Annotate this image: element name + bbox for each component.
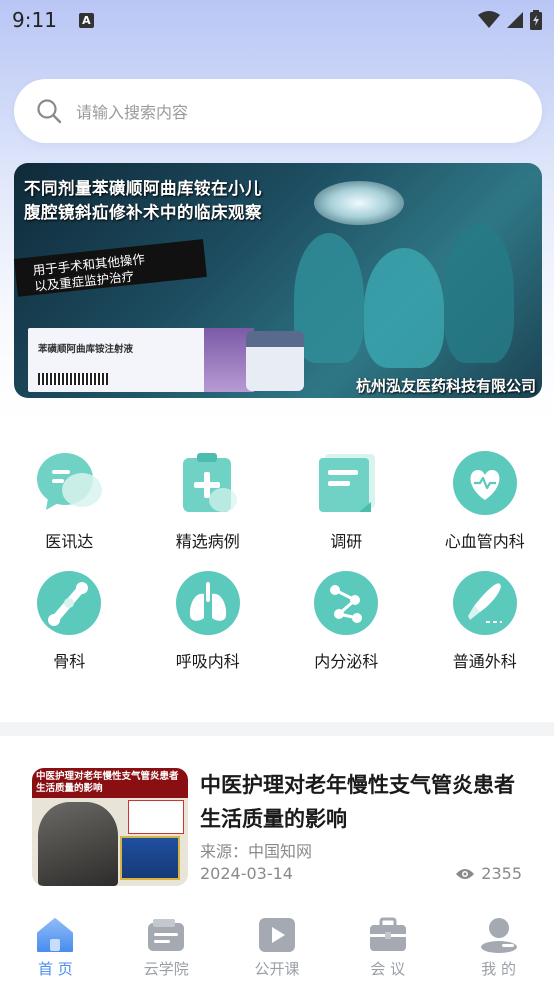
thumbnail-person-graphic xyxy=(38,802,118,886)
chat-bubble-icon xyxy=(36,450,103,516)
category-label: 内分泌科 xyxy=(314,652,379,671)
scalpel-icon xyxy=(452,570,518,636)
briefcase-icon xyxy=(368,916,408,954)
category-label: 心血管内科 xyxy=(444,532,525,551)
article-views: 2355 xyxy=(455,864,522,883)
category-item-cardiology[interactable]: 心血管内科 xyxy=(416,450,554,552)
signal-icon xyxy=(507,12,523,28)
tab-profile[interactable]: 我 的 xyxy=(443,908,554,984)
promo-banner[interactable]: 不同剂量苯磺顺阿曲库铵在小儿 腹腔镜斜疝修补术中的临床观察 用于手术和其他操作 … xyxy=(14,163,542,398)
surgical-lamp-graphic xyxy=(314,181,404,225)
banner-title: 不同剂量苯磺顺阿曲库铵在小儿 腹腔镜斜疝修补术中的临床观察 xyxy=(24,177,262,225)
category-item-cases[interactable]: 精选病例 xyxy=(139,450,278,552)
vial-graphic xyxy=(246,331,304,391)
category-label: 呼吸内科 xyxy=(175,652,240,671)
battery-icon xyxy=(530,10,542,30)
tab-label: 我 的 xyxy=(481,960,516,978)
category-item-survey[interactable]: 调研 xyxy=(277,450,416,552)
surgeon-figure xyxy=(444,223,514,363)
bone-icon xyxy=(36,570,102,636)
banner-title-line2: 腹腔镜斜疝修补术中的临床观察 xyxy=(24,203,262,222)
category-label: 调研 xyxy=(330,532,363,551)
molecule-icon xyxy=(313,570,379,636)
clipboard-plus-icon xyxy=(175,450,241,516)
banner-company: 杭州泓友医药科技有限公司 xyxy=(355,377,536,395)
wifi-icon xyxy=(478,11,500,28)
survey-doc-icon xyxy=(313,450,379,516)
notification-icon: A xyxy=(78,12,94,28)
banner-title-line1: 不同剂量苯磺顺阿曲库铵在小儿 xyxy=(24,179,262,198)
category-label: 普通外科 xyxy=(452,652,517,671)
home-icon xyxy=(35,916,75,954)
play-icon xyxy=(257,916,297,954)
tab-label: 公开课 xyxy=(254,960,300,978)
status-bar: 9:11 A xyxy=(0,0,554,40)
article-thumbnail: 中医护理对老年慢性支气管炎患者生活质量的影响 xyxy=(32,768,188,886)
status-indicators xyxy=(478,10,542,30)
tab-label: 云学院 xyxy=(143,960,189,978)
tab-cloud-academy[interactable]: 云学院 xyxy=(111,908,222,984)
tab-open-course[interactable]: 公开课 xyxy=(222,908,333,984)
thumbnail-document-graphic xyxy=(128,800,184,834)
category-item-endocrinology[interactable]: 内分泌科 xyxy=(277,570,416,672)
product-name: 苯磺顺阿曲库铵注射液 xyxy=(38,344,134,355)
lungs-icon xyxy=(175,570,241,636)
search-placeholder: 请输入搜索内容 xyxy=(76,103,189,122)
category-label: 骨科 xyxy=(53,652,86,671)
thumbnail-caption: 中医护理对老年慢性支气管炎患者生活质量的影响 xyxy=(32,768,188,798)
bottom-tab-bar: 首 页 云学院 公开课 会 议 我 的 xyxy=(0,908,554,984)
category-item-yixunda[interactable]: 医讯达 xyxy=(0,450,139,552)
eye-icon xyxy=(456,868,475,879)
category-item-orthopedics[interactable]: 骨科 xyxy=(0,570,139,672)
thumbnail-medicine-box xyxy=(120,836,180,880)
category-grid: 医讯达 精选病例 调研 心血管内科 骨科 呼吸内科 内分泌科 普通外科 xyxy=(0,450,554,672)
article-title: 中医护理对老年慢性支气管炎患者生活质量的影响 xyxy=(200,773,515,831)
tab-meeting[interactable]: 会 议 xyxy=(332,908,443,984)
section-divider xyxy=(0,722,554,736)
view-count: 2355 xyxy=(481,864,522,883)
barcode-graphic xyxy=(38,373,108,385)
category-label: 精选病例 xyxy=(175,532,240,551)
tab-home[interactable]: 首 页 xyxy=(0,908,111,984)
category-item-general-surgery[interactable]: 普通外科 xyxy=(416,570,554,672)
article-source: 来源：中国知网 xyxy=(200,842,313,861)
category-label: 医讯达 xyxy=(45,532,94,551)
article-card[interactable]: 中医护理对老年慢性支气管炎患者生活质量的影响 中医护理对老年慢性支气管炎患者生活… xyxy=(32,768,532,886)
article-date: 2024-03-14 xyxy=(200,864,293,883)
category-item-respiratory[interactable]: 呼吸内科 xyxy=(139,570,278,672)
surgeon-figure xyxy=(294,233,364,363)
tab-label: 首 页 xyxy=(38,960,73,978)
status-time: 9:11 xyxy=(12,8,57,32)
wallet-icon xyxy=(146,916,186,954)
surgeon-figure xyxy=(364,248,444,368)
heart-icon xyxy=(452,450,518,516)
user-icon xyxy=(479,916,519,954)
tab-label: 会 议 xyxy=(370,960,406,978)
search-input[interactable]: 请输入搜索内容 xyxy=(14,79,542,143)
search-icon xyxy=(37,99,62,124)
